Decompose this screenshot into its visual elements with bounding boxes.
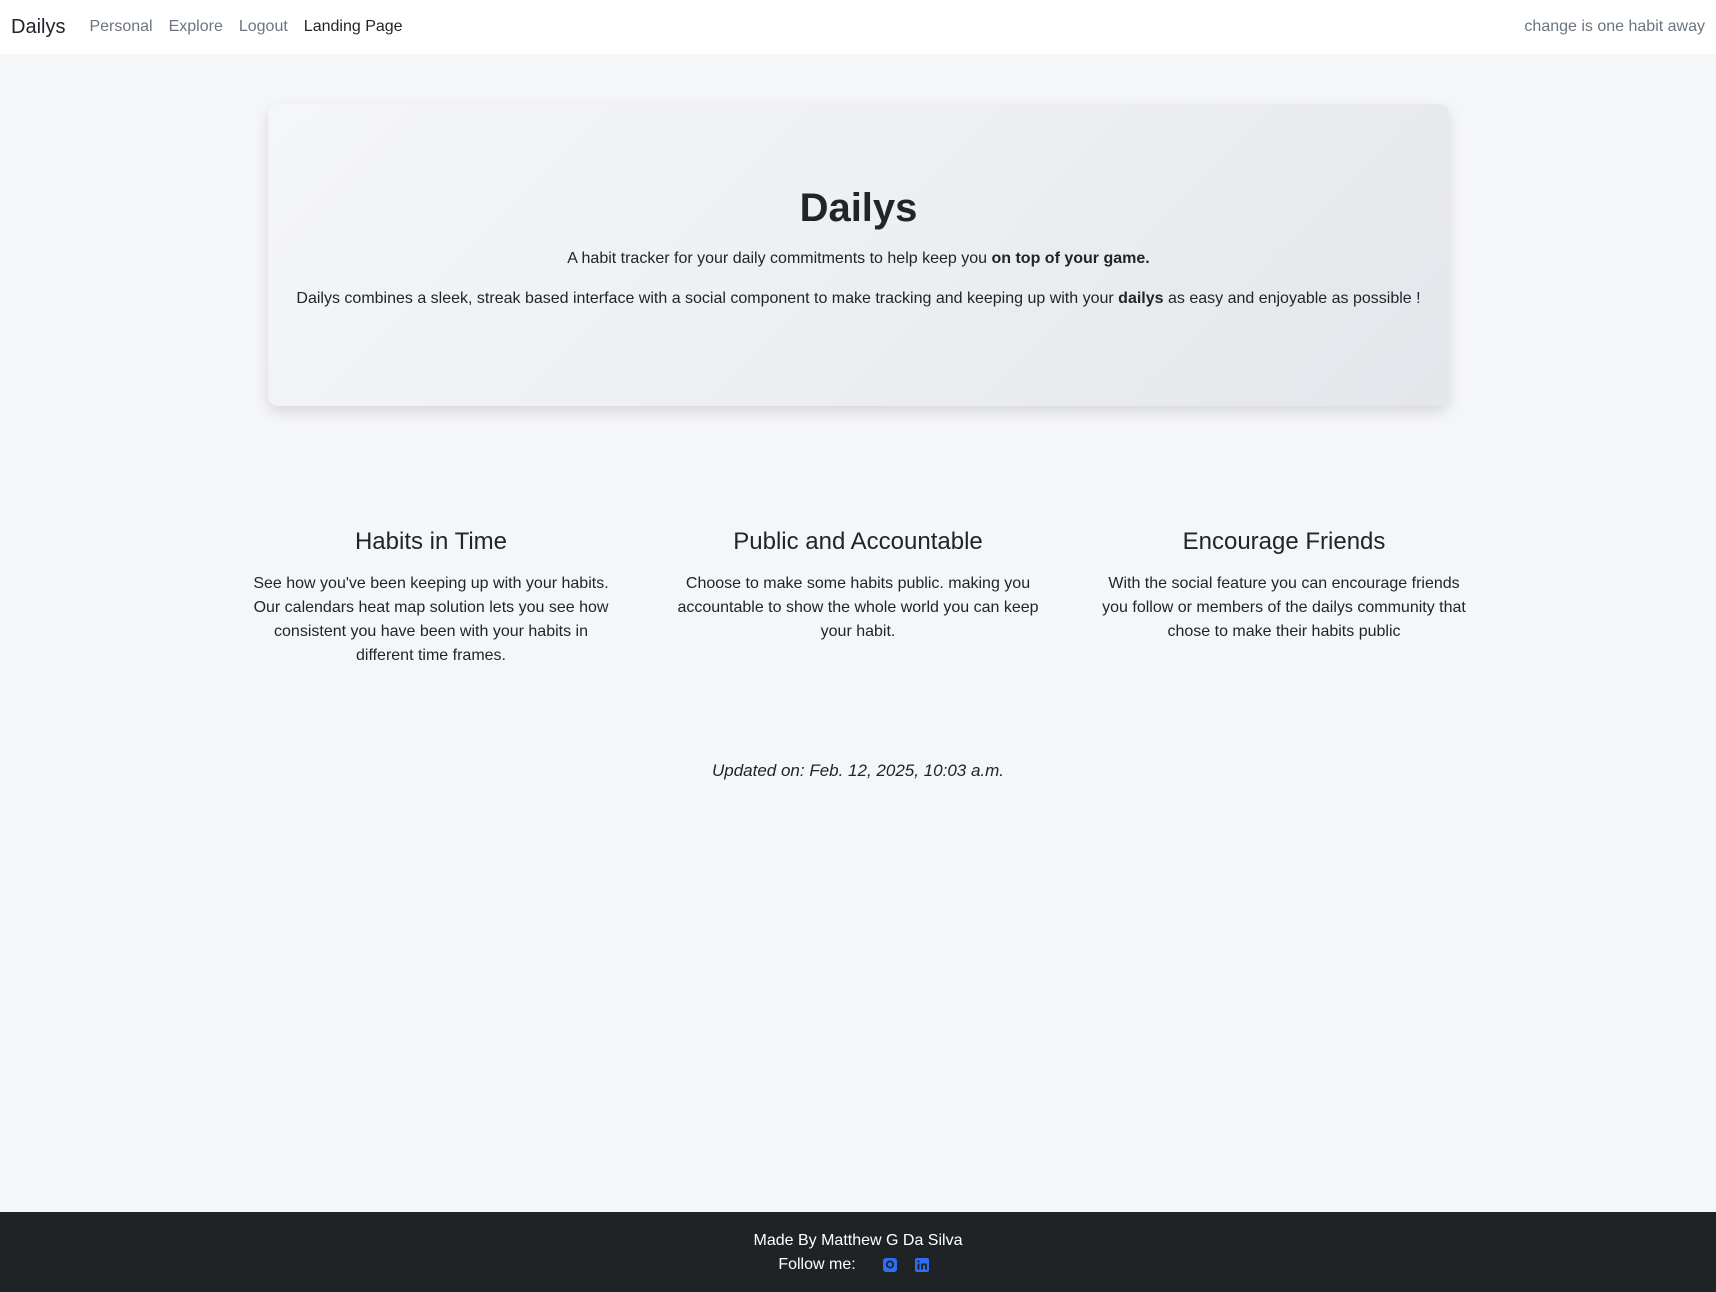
linkedin-icon[interactable] [914,1257,930,1273]
brand-link[interactable]: Dailys [11,16,65,39]
hero-desc-text-post: as easy and enjoyable as possible ! [1163,290,1421,307]
feature-habits-in-time: Habits in Time See how you've been keepi… [241,528,621,668]
hero-desc-bold: dailys [1118,290,1164,307]
hero-description: Dailys combines a sleek, streak based in… [268,290,1449,308]
footer-credit: Made By Matthew G Da Silva [753,1232,963,1249]
updated-timestamp: Updated on: Feb. 12, 2025, 10:03 a.m. [711,761,1005,780]
feature-description: Choose to make some habits public. makin… [668,572,1048,644]
hero-title: Dailys [799,186,918,230]
hero-subtitle: A habit tracker for your daily commitmen… [268,250,1449,268]
feature-line: consistent you have been with your habit… [274,623,588,640]
feature-line: your habit. [820,623,896,640]
github-icon[interactable] [882,1257,898,1273]
hero-subtitle-text: A habit tracker for your daily commitmen… [567,250,992,267]
feature-line: With the social feature you can encourag… [1108,575,1460,592]
feature-line: Our calendars heat map solution lets you… [253,599,609,616]
nav-link-personal[interactable]: Personal [89,18,152,36]
feature-line: accountable to show the whole world you … [677,599,1039,616]
feature-encourage-friends: Encourage Friends With the social featur… [1094,528,1474,644]
nav-link-explore[interactable]: Explore [169,18,223,36]
nav-link-logout[interactable]: Logout [239,18,288,36]
nav-link-landing-page[interactable]: Landing Page [304,18,403,36]
hero-card: Dailys A habit tracker for your daily co… [268,104,1449,406]
feature-description: With the social feature you can encourag… [1094,572,1474,644]
feature-line: different time frames. [356,647,506,664]
hero-desc-text-pre: Dailys combines a sleek, streak based in… [296,290,1119,307]
feature-title: Habits in Time [354,528,508,555]
feature-line: See how you've been keeping up with your… [253,575,609,592]
follow-label: Follow me: [778,1256,856,1273]
hero-subtitle-bold: on top of your game. [991,250,1150,267]
feature-public-and-accountable: Public and Accountable Choose to make so… [668,528,1048,644]
feature-line: you follow or members of the dailys comm… [1102,599,1466,616]
feature-title: Public and Accountable [733,528,983,555]
page-footer: Made By Matthew G Da Silva Follow me: [0,1212,1716,1292]
nav-links: Personal Explore Logout Landing Page [89,18,418,36]
footer-follow-row: Follow me: [0,1256,1716,1274]
top-navbar: Dailys Personal Explore Logout Landing P… [0,0,1716,54]
feature-description: See how you've been keeping up with your… [241,572,621,668]
feature-line: Choose to make some habits public. makin… [685,575,1031,592]
navbar-tagline: change is one habit away [1524,18,1705,35]
feature-line: chose to make their habits public [1167,623,1401,640]
feature-title: Encourage Friends [1182,528,1386,555]
